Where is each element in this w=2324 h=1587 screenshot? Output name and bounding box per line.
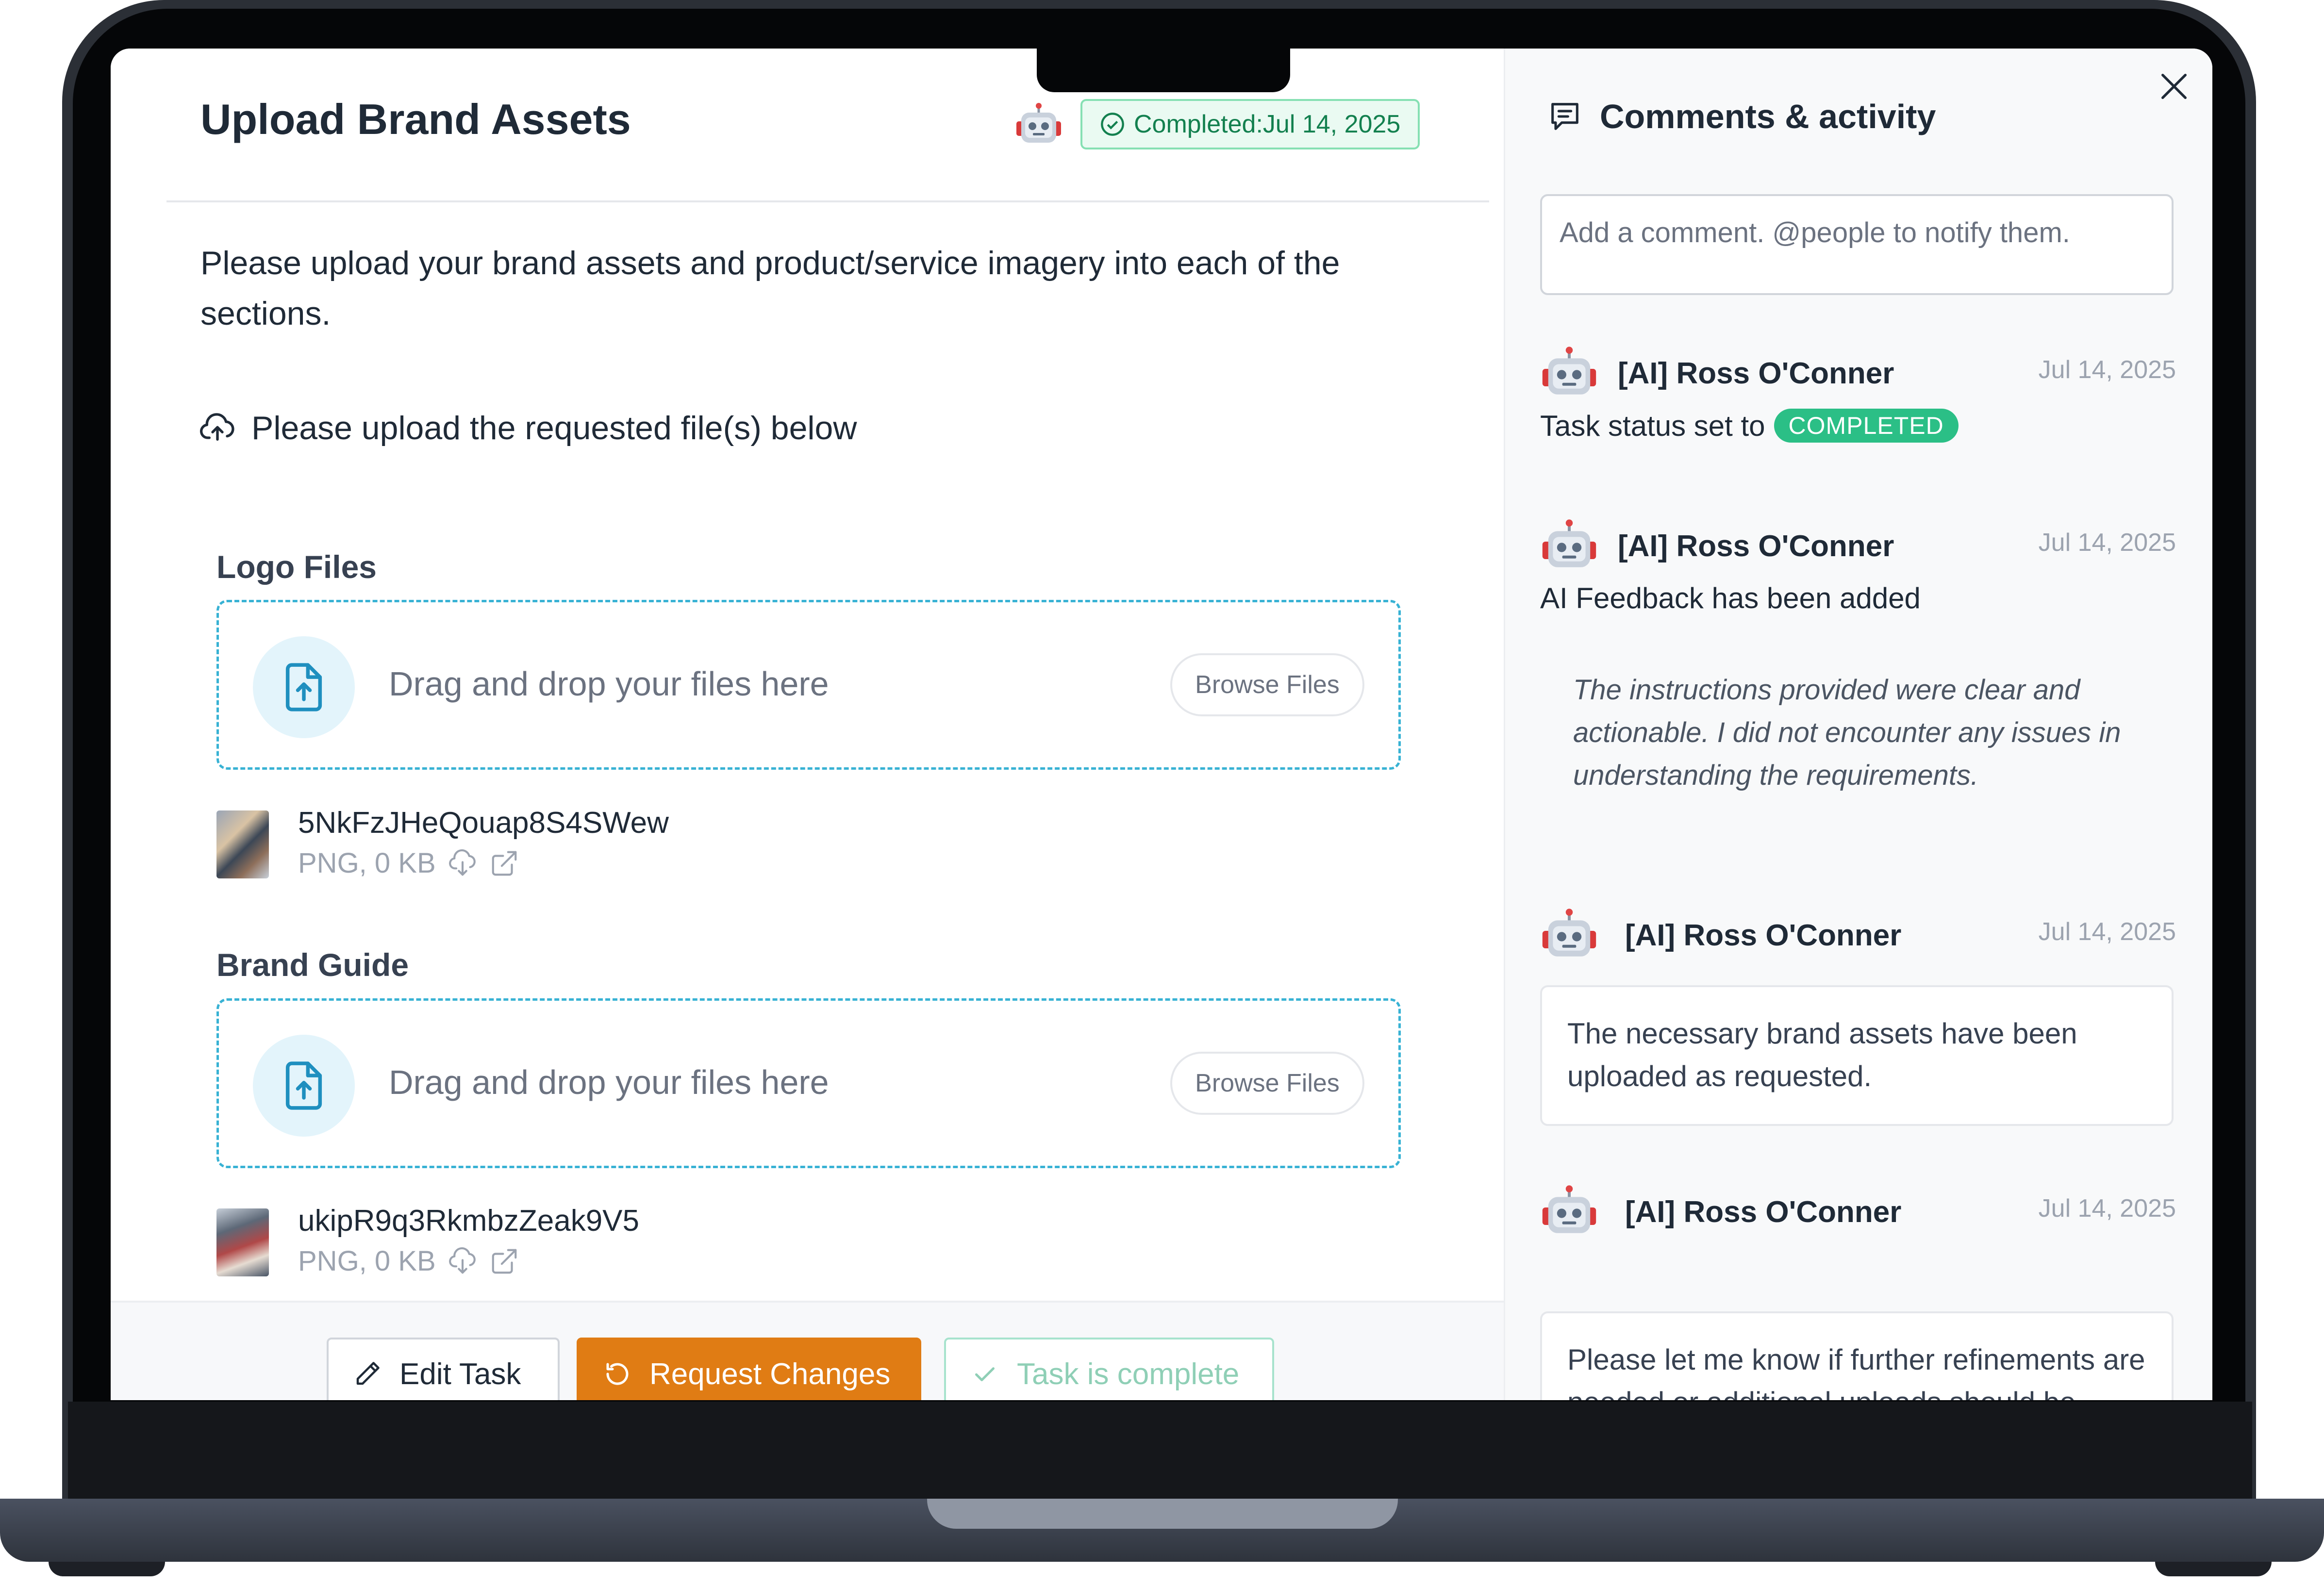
completed-badge: COMPLETED bbox=[1774, 409, 1959, 443]
laptop-hinge-notch bbox=[927, 1499, 1398, 1529]
external-link-icon[interactable] bbox=[489, 1246, 519, 1276]
robot-icon bbox=[1542, 909, 1596, 957]
camera-notch bbox=[1037, 49, 1290, 92]
request-changes-button[interactable]: Request Changes bbox=[577, 1338, 921, 1400]
dropzone-icon bbox=[253, 1035, 355, 1137]
refresh-icon bbox=[606, 1363, 629, 1385]
dropzone-text: Drag and drop your files here bbox=[389, 665, 829, 703]
comment-card: The necessary brand assets have been upl… bbox=[1540, 985, 2174, 1126]
robot-icon bbox=[1542, 347, 1596, 395]
robot-icon bbox=[1016, 103, 1061, 143]
cloud-upload-icon bbox=[199, 413, 234, 441]
task-complete-label: Task is complete bbox=[1017, 1357, 1240, 1391]
activity-item: [AI] Ross O'Conner Jul 14, 2025 AI Feedb… bbox=[1540, 518, 2176, 858]
dropzone-text: Drag and drop your files here bbox=[389, 1063, 829, 1101]
comments-title: Comments & activity bbox=[1600, 98, 1936, 135]
file-meta: PNG, 0 KB bbox=[298, 847, 519, 879]
activity-text: AI Feedback has been added bbox=[1540, 582, 1921, 614]
task-title: Upload Brand Assets bbox=[200, 95, 631, 143]
robot-icon bbox=[1542, 519, 1596, 567]
comments-panel: Comments & activity Add a comment. @peop… bbox=[1504, 49, 2212, 1400]
task-complete-button[interactable]: Task is complete bbox=[944, 1338, 1274, 1400]
file-meta-text: PNG, 0 KB bbox=[298, 1245, 436, 1277]
activity-date: Jul 14, 2025 bbox=[2038, 356, 2176, 384]
dropzone-icon bbox=[253, 636, 355, 738]
external-link-icon[interactable] bbox=[489, 848, 519, 878]
edit-task-button[interactable]: Edit Task bbox=[327, 1338, 560, 1400]
close-icon[interactable] bbox=[2155, 67, 2193, 106]
file-upload-icon bbox=[285, 1061, 322, 1110]
activity-item: [AI] Ross O'Conner Jul 14, 2025 Please l… bbox=[1540, 1184, 2176, 1400]
activity-author: [AI] Ross O'Conner bbox=[1618, 529, 1894, 563]
cloud-download-icon[interactable] bbox=[448, 1246, 478, 1276]
header-divider bbox=[166, 200, 1489, 202]
comment-card: Please let me know if further refinement… bbox=[1540, 1311, 2174, 1400]
activity-date: Jul 14, 2025 bbox=[2038, 529, 2176, 557]
browse-files-button[interactable]: Browse Files bbox=[1170, 653, 1364, 716]
check-circle-icon bbox=[1101, 113, 1124, 136]
upload-heading-text: Please upload the requested file(s) belo… bbox=[251, 410, 857, 446]
file-thumbnail bbox=[216, 1208, 269, 1276]
activity-text: Task status set to COMPLETED bbox=[1540, 409, 1959, 443]
robot-icon bbox=[1542, 1185, 1596, 1233]
task-panel: Upload Brand Assets Completed:Jul 14, 20… bbox=[111, 49, 1504, 1400]
activity-item: [AI] Ross O'Conner Jul 14, 2025 The nece… bbox=[1540, 908, 2176, 1179]
dropzone-logo-files[interactable]: Drag and drop your files here Browse Fil… bbox=[216, 600, 1401, 770]
section-title-logo-files: Logo Files bbox=[216, 549, 377, 585]
dropzone-brand-guide[interactable]: Drag and drop your files here Browse Fil… bbox=[216, 998, 1401, 1168]
pencil-icon bbox=[356, 1362, 380, 1385]
ai-feedback-quote: The instructions provided were clear and… bbox=[1573, 674, 2121, 791]
laptop-chin bbox=[68, 1402, 2252, 1499]
file-meta-text: PNG, 0 KB bbox=[298, 847, 436, 879]
activity-date: Jul 14, 2025 bbox=[2038, 1194, 2176, 1223]
status-text: Completed:Jul 14, 2025 bbox=[1134, 110, 1401, 138]
file-meta: PNG, 0 KB bbox=[298, 1245, 519, 1277]
activity-item: [AI] Ross O'Conner Jul 14, 2025 Task sta… bbox=[1540, 346, 2176, 491]
file-name[interactable]: 5NkFzJHeQouap8S4SWew bbox=[298, 806, 669, 840]
section-title-brand-guide: Brand Guide bbox=[216, 947, 409, 983]
file-name[interactable]: ukipR9q3RkmbzZeak9V5 bbox=[298, 1204, 639, 1238]
comments-header: Comments & activity bbox=[1546, 97, 1936, 136]
screen: Upload Brand Assets Completed:Jul 14, 20… bbox=[111, 49, 2212, 1400]
task-instructions: Please upload your brand assets and prod… bbox=[200, 245, 1340, 332]
activity-author: [AI] Ross O'Conner bbox=[1625, 1195, 1902, 1229]
status-badge: Completed:Jul 14, 2025 bbox=[1080, 99, 1420, 149]
chat-icon bbox=[1551, 103, 1578, 130]
file-item: ukipR9q3RkmbzZeak9V5 PNG, 0 KB bbox=[216, 1204, 896, 1286]
check-icon bbox=[975, 1367, 995, 1381]
activity-author: [AI] Ross O'Conner bbox=[1618, 357, 1894, 390]
comment-input[interactable]: Add a comment. @people to notify them. bbox=[1540, 194, 2174, 295]
file-thumbnail bbox=[216, 810, 269, 878]
activity-author: [AI] Ross O'Conner bbox=[1625, 919, 1902, 952]
file-upload-icon bbox=[285, 663, 322, 711]
laptop-foot-right bbox=[2155, 1562, 2272, 1576]
cloud-download-icon[interactable] bbox=[448, 848, 478, 878]
upload-heading: Please upload the requested file(s) belo… bbox=[198, 409, 857, 447]
activity-date: Jul 14, 2025 bbox=[2038, 918, 2176, 946]
activity-text-label: Task status set to bbox=[1540, 409, 1765, 442]
task-footer: Edit Task Request Changes Task is comple… bbox=[111, 1301, 1504, 1400]
browse-files-button[interactable]: Browse Files bbox=[1170, 1052, 1364, 1115]
file-item: 5NkFzJHeQouap8S4SWew PNG, 0 KB bbox=[216, 806, 896, 888]
edit-task-label: Edit Task bbox=[399, 1357, 521, 1391]
laptop-foot-left bbox=[49, 1562, 165, 1576]
request-changes-label: Request Changes bbox=[649, 1357, 891, 1391]
